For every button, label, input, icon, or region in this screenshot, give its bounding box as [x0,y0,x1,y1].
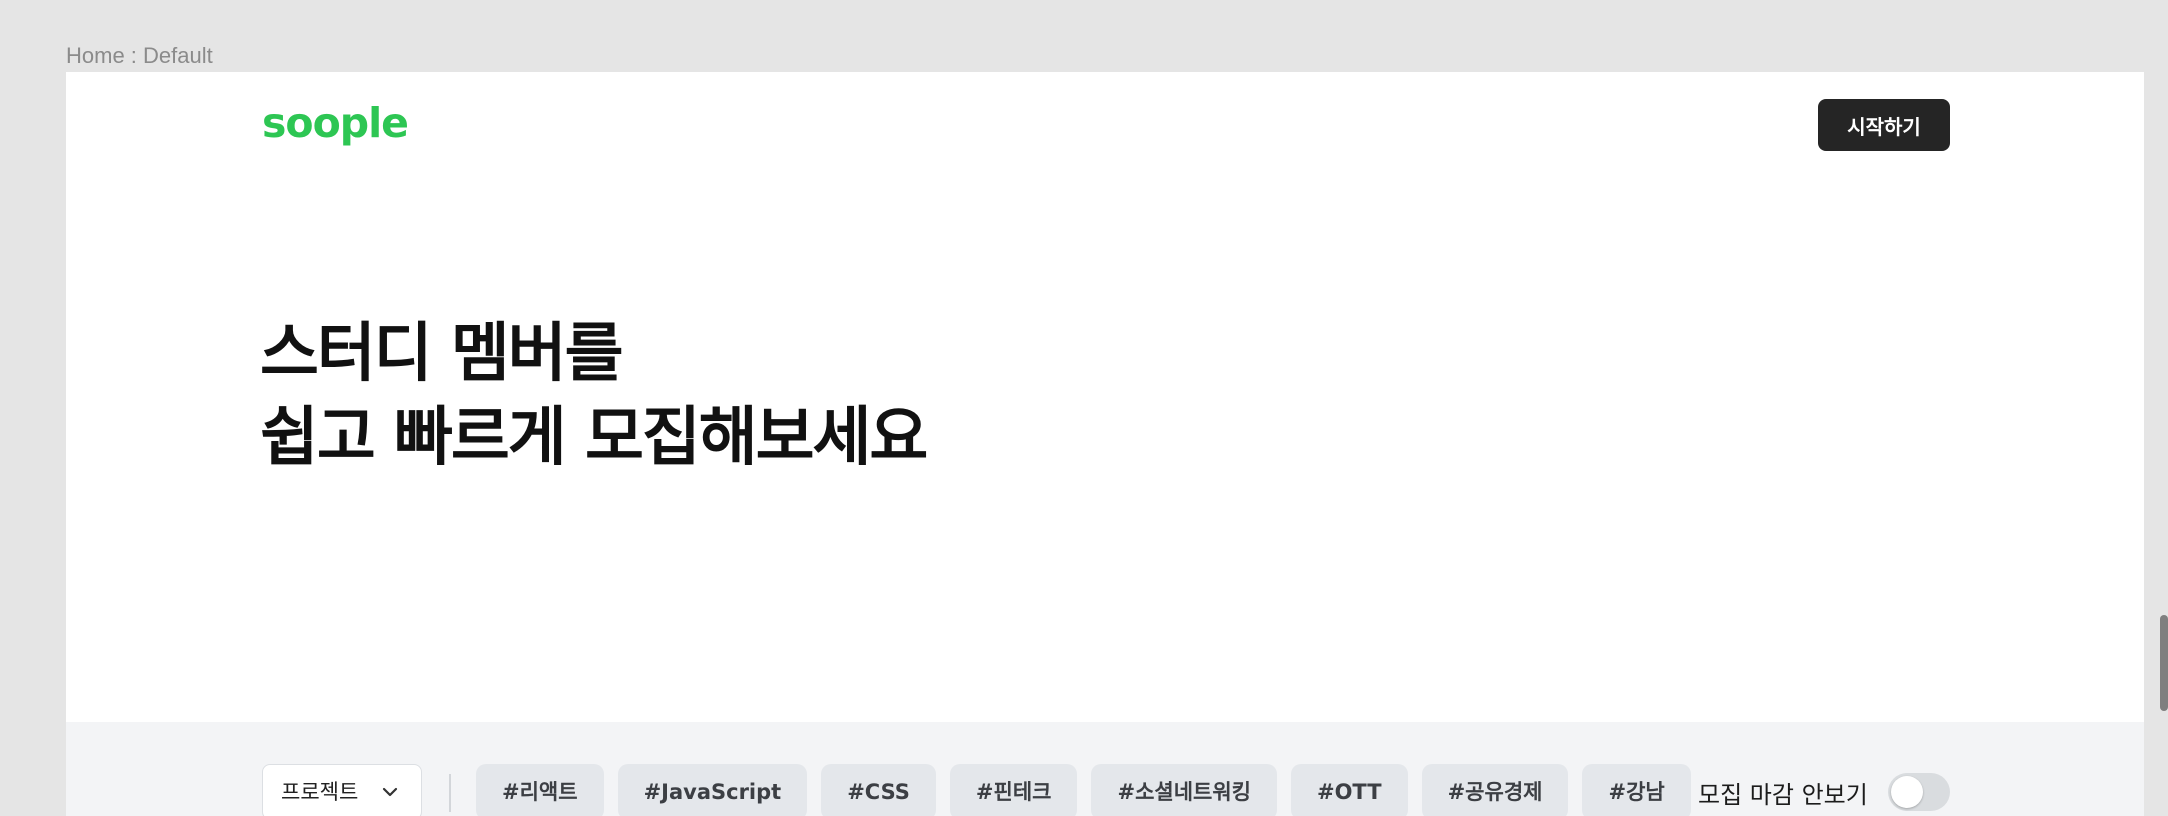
frame-label: Home : Default [66,43,213,68]
tag-chip[interactable]: #CSS [821,764,936,816]
hide-closed-toggle[interactable]: 모집 마감 안보기 [1698,770,1950,814]
filter-bar: 프로젝트 #리액트 #JavaScript #CSS #핀테크 #소셜네트워킹 #OTT #… [66,722,2144,816]
page-scrollbar[interactable] [2160,615,2168,711]
tag-chip[interactable]: #공유경제 [1421,764,1569,816]
start-button[interactable]: 시작하기 [1818,99,1950,151]
tag-chip[interactable]: #강남 [1582,764,1691,816]
tag-list: #리액트 #JavaScript #CSS #핀테크 #소셜네트워킹 #OTT #공유경제 #… [476,764,1691,816]
hide-closed-label: 모집 마감 안보기 [1698,780,1868,809]
logo[interactable]: soople [262,98,409,148]
tag-chip[interactable]: #핀테크 [949,764,1078,816]
hero-title: 스터디 멤버를 쉽고 빠르게 모집해보세요 [260,312,928,480]
tag-chip[interactable]: #OTT [1290,764,1408,816]
hero-line-2: 쉽고 빠르게 모집해보세요 [260,401,928,475]
category-select[interactable]: 프로젝트 [262,764,422,816]
hero-line-1: 스터디 멤버를 [260,317,624,391]
tag-chip[interactable]: #JavaScript [617,764,808,816]
tag-chip[interactable]: #리액트 [476,764,604,816]
divider [449,774,451,812]
hide-closed-switch[interactable] [1887,773,1950,811]
home-page: soople 시작하기 스터디 멤버를 쉽고 빠르게 모집해보세요 프로젝트 #… [66,72,2144,816]
switch-knob [1890,776,1923,808]
category-select-label: 프로젝트 [281,780,359,804]
chevron-down-icon [382,787,398,797]
tag-chip[interactable]: #소셜네트워킹 [1091,764,1277,816]
